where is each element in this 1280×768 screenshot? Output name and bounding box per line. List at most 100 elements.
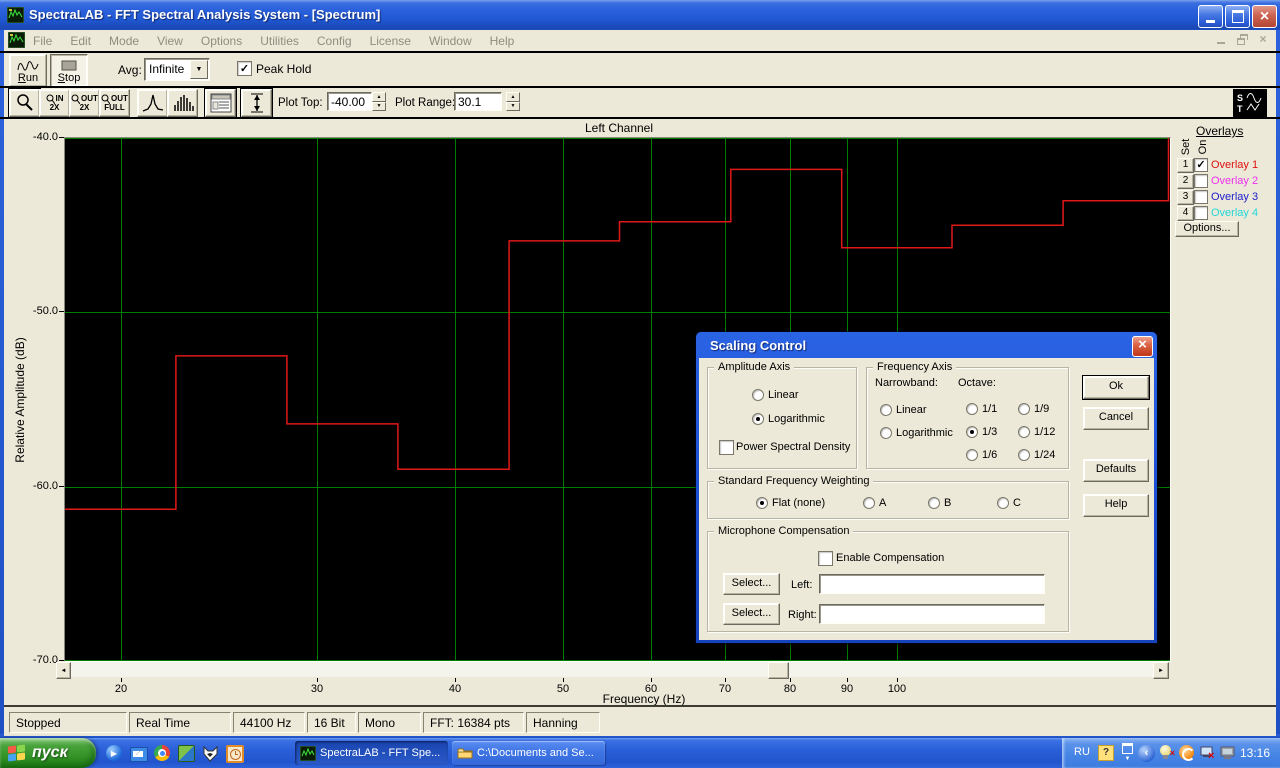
photo-tool-icon[interactable]: [178, 745, 195, 762]
menu-utilities[interactable]: Utilities: [251, 34, 308, 48]
defaults-button[interactable]: Defaults: [1083, 459, 1149, 482]
zoom-out-2x-button[interactable]: OUT 2X: [69, 89, 100, 117]
radio-narrowband-logarithmic[interactable]: [880, 427, 892, 439]
menu-window[interactable]: Window: [420, 34, 481, 48]
radio-weighting-c[interactable]: [997, 497, 1009, 509]
mdi-close-button[interactable]: ×: [1256, 33, 1270, 46]
scroll-right-button[interactable]: ►: [1153, 662, 1169, 679]
radio-octave-1-6[interactable]: [966, 449, 978, 461]
radio-octave-1-12[interactable]: [1018, 426, 1030, 438]
menu-view[interactable]: View: [148, 34, 192, 48]
scroll-left-button[interactable]: ◄: [56, 662, 71, 679]
clock[interactable]: 13:16: [1240, 746, 1270, 760]
radio-octave-1-9[interactable]: [1018, 403, 1030, 415]
clock-app-icon[interactable]: [226, 745, 243, 762]
start-button[interactable]: пуск: [0, 738, 96, 768]
minimize-button[interactable]: [1198, 5, 1223, 28]
ok-button[interactable]: Ok: [1083, 376, 1149, 399]
notes-button[interactable]: [205, 89, 236, 117]
radio-amplitude-logarithmic[interactable]: [752, 413, 764, 425]
menu-mode[interactable]: Mode: [100, 34, 148, 48]
overlay-label-4: Overlay 4: [1211, 207, 1258, 219]
enable-compensation-checkbox[interactable]: [818, 551, 833, 566]
zoom-in-2x-button[interactable]: IN 2X: [39, 89, 70, 117]
radio-weighting-a[interactable]: [863, 497, 875, 509]
spin-up-icon[interactable]: ▲: [372, 92, 386, 102]
mdi-restore-button[interactable]: [1236, 33, 1250, 46]
radio-narrowband-linear[interactable]: [880, 404, 892, 416]
menu-license[interactable]: License: [361, 34, 420, 48]
left-compensation-field[interactable]: [819, 574, 1045, 594]
zoom-out-full-button[interactable]: OUT FULL: [99, 89, 130, 117]
amplitude-range-button[interactable]: [241, 89, 272, 117]
help-button[interactable]: Help: [1083, 494, 1149, 517]
peak-display-button[interactable]: [137, 89, 168, 117]
menu-options[interactable]: Options: [192, 34, 251, 48]
avg-dropdown[interactable]: Infinite ▼: [144, 58, 210, 81]
overlay-on-checkbox-1[interactable]: ✓: [1194, 158, 1208, 172]
mail-icon[interactable]: [130, 745, 147, 762]
media-player-icon[interactable]: ▶: [106, 745, 123, 762]
bulb-tray-icon[interactable]: ×: [1160, 745, 1171, 756]
x-tick-mark: [790, 678, 791, 682]
overlay-set-button-4[interactable]: 4: [1177, 206, 1194, 221]
menu-file[interactable]: File: [24, 34, 61, 48]
status-16-bit: 16 Bit: [307, 712, 356, 733]
scrollbar-thumb[interactable]: [768, 662, 789, 679]
taskbar-task-2[interactable]: C:\Documents and Se...: [452, 741, 605, 765]
dropdown-arrow-icon[interactable]: ▼: [190, 60, 208, 79]
spin-down-icon[interactable]: ▼: [372, 102, 386, 112]
menu-help[interactable]: Help: [481, 34, 524, 48]
mdi-minimize-button[interactable]: [1216, 33, 1230, 46]
right-compensation-field[interactable]: [819, 604, 1045, 624]
plot-range-field[interactable]: 30.1: [454, 92, 502, 111]
overlay-on-checkbox-2[interactable]: [1194, 174, 1208, 188]
overlay-on-checkbox-4[interactable]: [1194, 206, 1208, 220]
menu-edit[interactable]: Edit: [61, 34, 100, 48]
zoom-tool-button[interactable]: [9, 89, 40, 117]
spin-up-icon[interactable]: ▲: [506, 92, 520, 102]
overlay-set-button-3[interactable]: 3: [1177, 190, 1194, 205]
document-icon[interactable]: [8, 32, 25, 48]
fox-icon[interactable]: [202, 745, 219, 762]
overlay-on-checkbox-3[interactable]: [1194, 190, 1208, 204]
radio-octave-1-3[interactable]: [966, 426, 978, 438]
orange-app-tray-icon[interactable]: [1179, 745, 1194, 760]
chrome-icon[interactable]: [154, 745, 171, 762]
overlay-set-button-1[interactable]: 1: [1177, 158, 1194, 173]
dialog-close-button[interactable]: ×: [1132, 336, 1153, 357]
dialog-body: Amplitude Axis Frequency Axis Narrowband…: [699, 358, 1154, 640]
maximize-button[interactable]: [1225, 5, 1250, 28]
close-button[interactable]: ×: [1252, 5, 1277, 28]
radio-octave-1-24[interactable]: [1018, 449, 1030, 461]
taskbar-task-1[interactable]: SpectraLAB - FFT Spe...: [295, 741, 448, 765]
bar-display-button[interactable]: [167, 89, 198, 117]
select-right-button[interactable]: Select...: [723, 603, 780, 625]
hide-icons-chevron[interactable]: ‹: [1138, 745, 1155, 762]
radio-octave-1-1[interactable]: [966, 403, 978, 415]
display-tray-icon[interactable]: [1220, 745, 1238, 764]
overlay-options-button[interactable]: Options...: [1175, 221, 1239, 237]
peak-hold-checkbox[interactable]: ✓: [237, 61, 252, 76]
plot-top-field[interactable]: -40.00: [327, 92, 372, 111]
plot-top-spinner[interactable]: ▲▼: [372, 92, 386, 111]
enable-compensation-label: Enable Compensation: [836, 552, 944, 564]
language-indicator[interactable]: RU: [1074, 746, 1090, 758]
spin-down-icon[interactable]: ▼: [506, 102, 520, 112]
radio-weighting-flat-none-[interactable]: [756, 497, 768, 509]
overlay-set-button-2[interactable]: 2: [1177, 174, 1194, 189]
radio-weighting-b[interactable]: [928, 497, 940, 509]
help-note-icon[interactable]: ?: [1098, 745, 1114, 761]
radio-amplitude-linear[interactable]: [752, 389, 764, 401]
horizontal-scrollbar[interactable]: ◄ ►: [56, 662, 1169, 677]
menu-config[interactable]: Config: [308, 34, 361, 48]
network-disabled-icon[interactable]: ×: [1200, 745, 1217, 764]
psd-checkbox[interactable]: [719, 440, 734, 455]
stop-button[interactable]: Stop: [50, 54, 88, 87]
plot-range-spinner[interactable]: ▲▼: [506, 92, 520, 111]
window-tray-icon[interactable]: ▼: [1122, 743, 1133, 762]
cancel-button[interactable]: Cancel: [1083, 407, 1149, 430]
run-button[interactable]: Run: [9, 54, 47, 87]
signal-generator-button[interactable]: ST: [1233, 89, 1267, 117]
select-left-button[interactable]: Select...: [723, 573, 780, 595]
